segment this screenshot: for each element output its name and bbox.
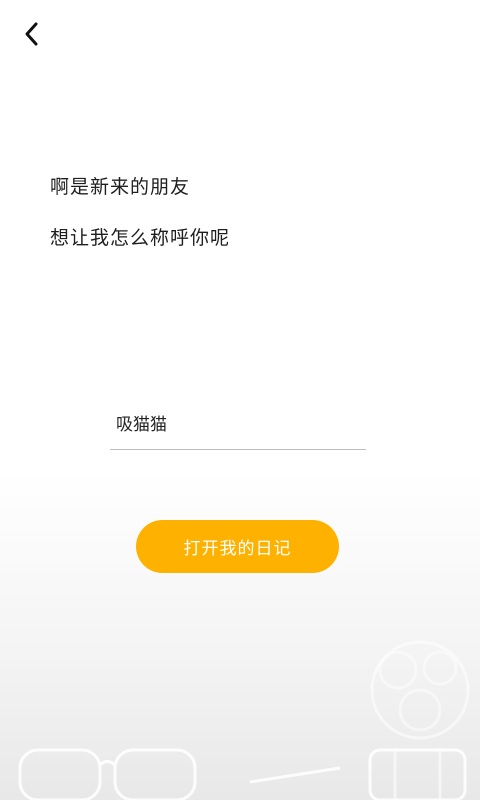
greeting-line-2: 想让我怎么称呼你呢 xyxy=(50,227,231,249)
nickname-field xyxy=(110,402,372,450)
open-diary-button[interactable]: 打开我的日记 xyxy=(136,520,339,573)
nickname-input[interactable] xyxy=(110,402,372,442)
chevron-left-icon xyxy=(25,22,38,46)
back-button[interactable] xyxy=(14,16,50,52)
greeting-line-1: 啊是新来的朋友 xyxy=(50,176,191,198)
